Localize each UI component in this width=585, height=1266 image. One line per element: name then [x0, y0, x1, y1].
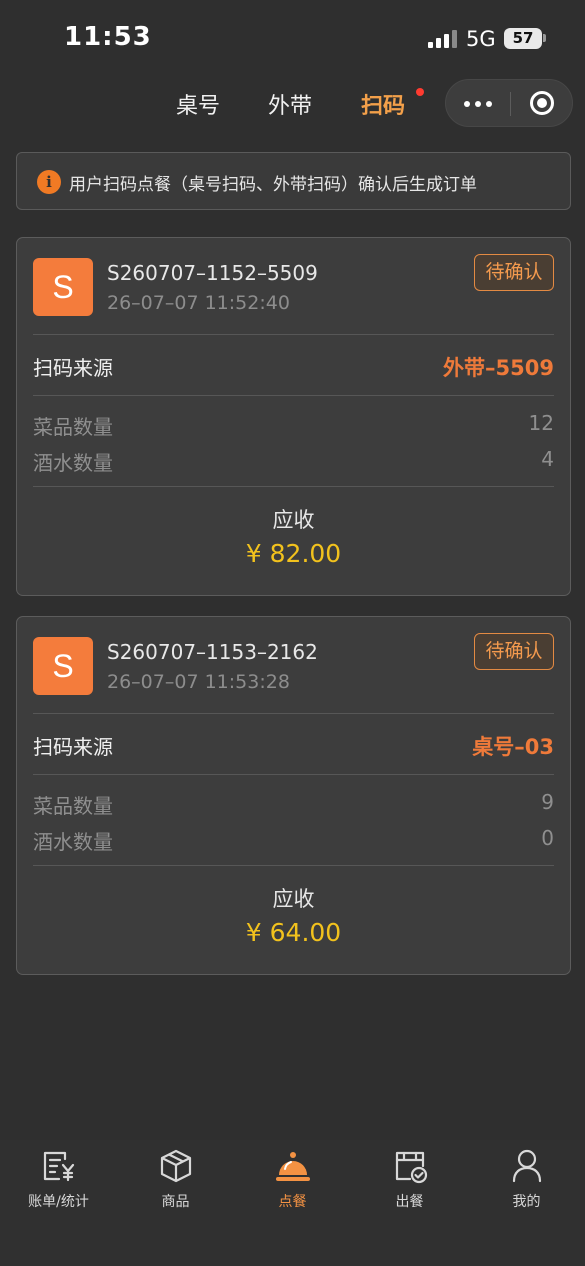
notice-text: 用户扫码点餐（桌号扫码、外带扫码）确认后生成订单	[69, 175, 477, 195]
amount-due-value: ¥ 64.00	[245, 918, 342, 947]
order-card[interactable]: S S260707–1152–5509 26–07–07 11:52:40 待确…	[16, 237, 571, 596]
miniprogram-capsule	[445, 79, 573, 127]
order-source-tabs: 桌号 外带 扫码	[0, 80, 440, 128]
nav-serve[interactable]: 出餐	[351, 1148, 468, 1218]
nav-products[interactable]: 商品	[117, 1148, 234, 1218]
unread-dot	[416, 88, 424, 96]
nav-label: 点餐	[278, 1194, 307, 1210]
nav-label: 商品	[161, 1194, 190, 1210]
nav-profile[interactable]: 我的	[468, 1148, 585, 1218]
tab-table[interactable]: 桌号	[176, 88, 220, 120]
nav-label: 出餐	[395, 1194, 424, 1210]
divider	[33, 334, 554, 335]
order-avatar: S	[33, 258, 93, 316]
tab-scan[interactable]: 扫码	[361, 88, 405, 120]
amount-due-label: 应收	[272, 508, 315, 532]
user-icon	[512, 1149, 542, 1183]
dish-count-label: 菜品数量	[33, 794, 113, 818]
box-icon	[160, 1149, 192, 1183]
amount-due-label: 应收	[272, 887, 315, 911]
status-bar: 11:53 5G 57	[0, 0, 585, 78]
more-dots-icon[interactable]	[446, 80, 510, 126]
divider	[33, 395, 554, 396]
amount-due-value: ¥ 82.00	[245, 539, 342, 568]
app-screen: 11:53 5G 57 桌号 外带 扫码 i 用户扫码点餐（桌号扫码、外带扫码）…	[0, 0, 585, 1266]
order-avatar: S	[33, 637, 93, 695]
bill-yen-icon	[43, 1151, 75, 1182]
order-time: 26–07–07 11:53:28	[107, 671, 290, 693]
source-label: 扫码来源	[33, 356, 113, 380]
source-value: 外带–5509	[443, 356, 554, 380]
order-number: S260707–1152–5509	[107, 261, 318, 285]
drink-count-label: 酒水数量	[33, 451, 113, 475]
nav-bills-stats[interactable]: 账单/统计	[0, 1148, 117, 1218]
status-badge[interactable]: 待确认	[474, 633, 554, 670]
status-badge[interactable]: 待确认	[474, 254, 554, 291]
target-circle-icon[interactable]	[511, 80, 573, 126]
order-time: 26–07–07 11:52:40	[107, 292, 290, 314]
dish-count-value: 9	[541, 790, 554, 814]
drink-count-value: 4	[541, 447, 554, 471]
signal-icon	[428, 30, 458, 48]
order-card[interactable]: S S260707–1153–2162 26–07–07 11:53:28 待确…	[16, 616, 571, 975]
divider	[33, 865, 554, 866]
battery-icon: 57	[504, 28, 542, 49]
status-time: 11:53	[64, 22, 152, 52]
order-number: S260707–1153–2162	[107, 640, 318, 664]
tab-takeaway[interactable]: 外带	[268, 88, 312, 120]
info-notice: i 用户扫码点餐（桌号扫码、外带扫码）确认后生成订单	[16, 152, 571, 210]
info-icon: i	[37, 170, 61, 194]
nav-label: 我的	[512, 1194, 541, 1210]
drink-count-value: 0	[541, 826, 554, 850]
nav-label: 账单/统计	[28, 1194, 89, 1210]
bottom-nav: 账单/统计 商品 点餐 出餐 我的	[0, 1140, 585, 1266]
serve-check-icon	[395, 1151, 428, 1184]
divider	[33, 486, 554, 487]
dish-count-value: 12	[528, 411, 554, 435]
dish-count-label: 菜品数量	[33, 415, 113, 439]
source-value: 桌号–03	[472, 735, 554, 759]
food-cloche-icon	[276, 1152, 310, 1181]
drink-count-label: 酒水数量	[33, 830, 113, 854]
divider	[33, 713, 554, 714]
network-type: 5G	[466, 27, 496, 51]
nav-order-food[interactable]: 点餐	[234, 1148, 351, 1218]
source-label: 扫码来源	[33, 735, 113, 759]
divider	[33, 774, 554, 775]
battery-tip	[543, 34, 546, 42]
